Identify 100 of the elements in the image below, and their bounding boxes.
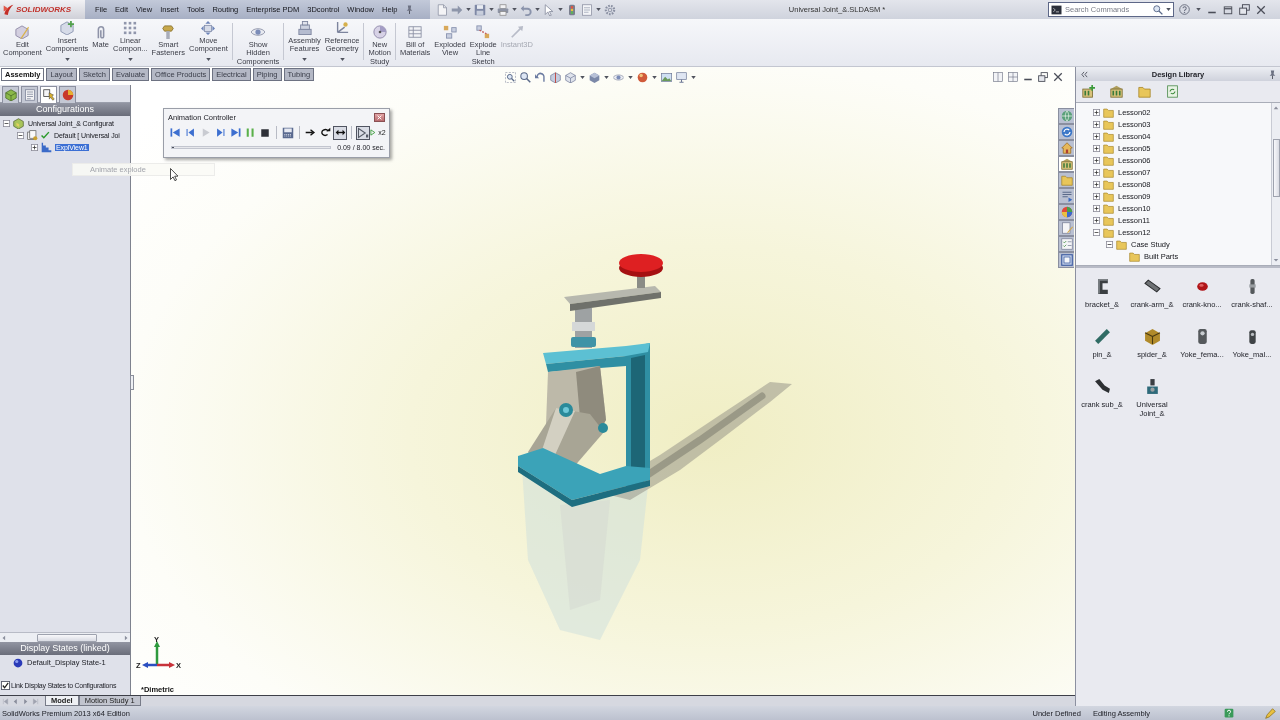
caret-icon[interactable] [302, 57, 308, 61]
right-arrow-icon[interactable] [123, 634, 129, 641]
caret-icon[interactable] [64, 57, 70, 61]
playback-mode-button[interactable] [333, 125, 348, 140]
caret-icon[interactable] [1166, 8, 1171, 11]
task-pane-tab[interactable] [1058, 156, 1074, 172]
speed-button[interactable] [355, 125, 370, 140]
expand-icon[interactable] [31, 143, 38, 151]
task-pane-tab[interactable] [1058, 188, 1074, 204]
collapse-icon[interactable] [1093, 228, 1100, 236]
search-icon[interactable] [1153, 4, 1163, 15]
printer-icon[interactable] [497, 3, 509, 16]
expand-icon[interactable] [1093, 204, 1100, 212]
gear-icon[interactable] [604, 3, 616, 16]
expand-icon[interactable] [1093, 192, 1100, 200]
checkbox[interactable] [1, 680, 10, 690]
library-icon[interactable] [1110, 85, 1123, 98]
cube-icon[interactable] [565, 72, 576, 83]
block-stack-icon [297, 21, 312, 35]
quad-view-icon[interactable] [1008, 72, 1018, 82]
task-pane-tab[interactable] [1058, 252, 1074, 268]
splitter-handle[interactable] [130, 375, 134, 390]
panel-tab[interactable] [59, 86, 76, 103]
floppy-icon[interactable] [474, 3, 486, 16]
page-refresh-icon[interactable] [1166, 85, 1179, 98]
caret-icon[interactable] [652, 76, 657, 79]
collapse-icon[interactable] [17, 131, 24, 139]
caret-icon[interactable] [580, 76, 585, 79]
globe-icon [1060, 110, 1073, 122]
caret-icon[interactable] [205, 57, 211, 61]
curved-arrow-icon[interactable] [535, 72, 546, 83]
scrollbar-thumb[interactable] [1272, 139, 1280, 197]
panel-tab[interactable] [2, 86, 19, 103]
task-pane-tab[interactable] [1058, 124, 1074, 140]
caret-icon[interactable] [596, 8, 601, 11]
panel-tab[interactable] [21, 86, 38, 103]
expand-icon[interactable] [1093, 132, 1100, 140]
scrollbar-thumb[interactable] [37, 633, 97, 642]
up-arrow-icon[interactable] [1273, 105, 1279, 111]
shaded-cube-icon[interactable] [589, 72, 600, 83]
caret-icon[interactable] [466, 8, 471, 11]
caret-icon[interactable] [535, 8, 540, 11]
close-button[interactable] [374, 112, 385, 122]
expand-icon[interactable] [1093, 120, 1100, 128]
expand-icon[interactable] [1093, 144, 1100, 152]
progress-track[interactable] [171, 145, 332, 149]
caret-icon[interactable] [127, 57, 133, 61]
pointer-icon[interactable] [543, 3, 555, 16]
collapse-icon[interactable] [1106, 240, 1113, 248]
panel-tab[interactable] [40, 86, 57, 103]
caret-icon[interactable] [691, 76, 696, 79]
down-arrow-icon[interactable] [1273, 257, 1279, 263]
tile-windows-icon[interactable] [1239, 4, 1250, 15]
split-view-icon[interactable] [993, 72, 1003, 82]
page-icon[interactable] [436, 3, 448, 16]
restore-icon[interactable] [1223, 4, 1233, 15]
library-plus-icon[interactable] [1082, 85, 1095, 98]
expand-icon[interactable] [1093, 168, 1100, 176]
help-icon[interactable] [1224, 708, 1234, 718]
caret-icon[interactable] [339, 57, 345, 61]
folder-icon[interactable] [1138, 85, 1151, 98]
task-pane-tab[interactable] [1058, 220, 1074, 236]
eye-icon[interactable] [613, 72, 624, 83]
task-pane-tab[interactable] [1058, 140, 1074, 156]
help-icon[interactable] [1179, 4, 1190, 15]
expand-icon[interactable] [1093, 216, 1100, 224]
double-chevron-icon[interactable] [1081, 70, 1088, 78]
caret-icon[interactable] [558, 8, 563, 11]
magnifier-icon[interactable] [520, 72, 531, 83]
diagonal-arrow-icon [509, 25, 524, 39]
expand-icon[interactable] [1093, 156, 1100, 164]
scrollbar[interactable] [0, 632, 130, 642]
traffic-light-icon[interactable] [566, 3, 578, 16]
task-pane-tab[interactable] [1058, 204, 1074, 220]
panel-header: Display States (linked) [0, 642, 130, 655]
caret-icon[interactable] [489, 8, 494, 11]
restore-icon[interactable] [1038, 72, 1048, 82]
folder-icon [1103, 166, 1114, 178]
caret-icon[interactable] [628, 76, 633, 79]
monitor-icon[interactable] [676, 72, 687, 83]
close-icon[interactable] [1053, 72, 1063, 82]
undo-icon[interactable] [520, 3, 532, 16]
section-cube-icon[interactable] [550, 72, 561, 83]
close-icon[interactable] [1256, 4, 1266, 15]
pin-icon[interactable] [405, 5, 415, 14]
caret-icon[interactable] [512, 8, 517, 11]
collapse-icon[interactable] [3, 119, 10, 127]
caret-icon[interactable] [1196, 8, 1201, 11]
scrollbar[interactable] [1271, 103, 1280, 265]
expand-icon[interactable] [1093, 180, 1100, 188]
assembly-icon [13, 117, 24, 129]
expand-icon[interactable] [1093, 108, 1100, 116]
pin-icon[interactable] [1268, 69, 1277, 79]
pause-icon [244, 127, 256, 138]
sphere-icon[interactable] [637, 72, 648, 83]
caret-icon[interactable] [604, 76, 609, 79]
landscape-icon[interactable] [661, 72, 672, 83]
zoom-fit-icon[interactable] [505, 72, 516, 83]
task-pane-tab[interactable] [1058, 236, 1074, 252]
left-arrow-icon[interactable] [1, 634, 7, 641]
